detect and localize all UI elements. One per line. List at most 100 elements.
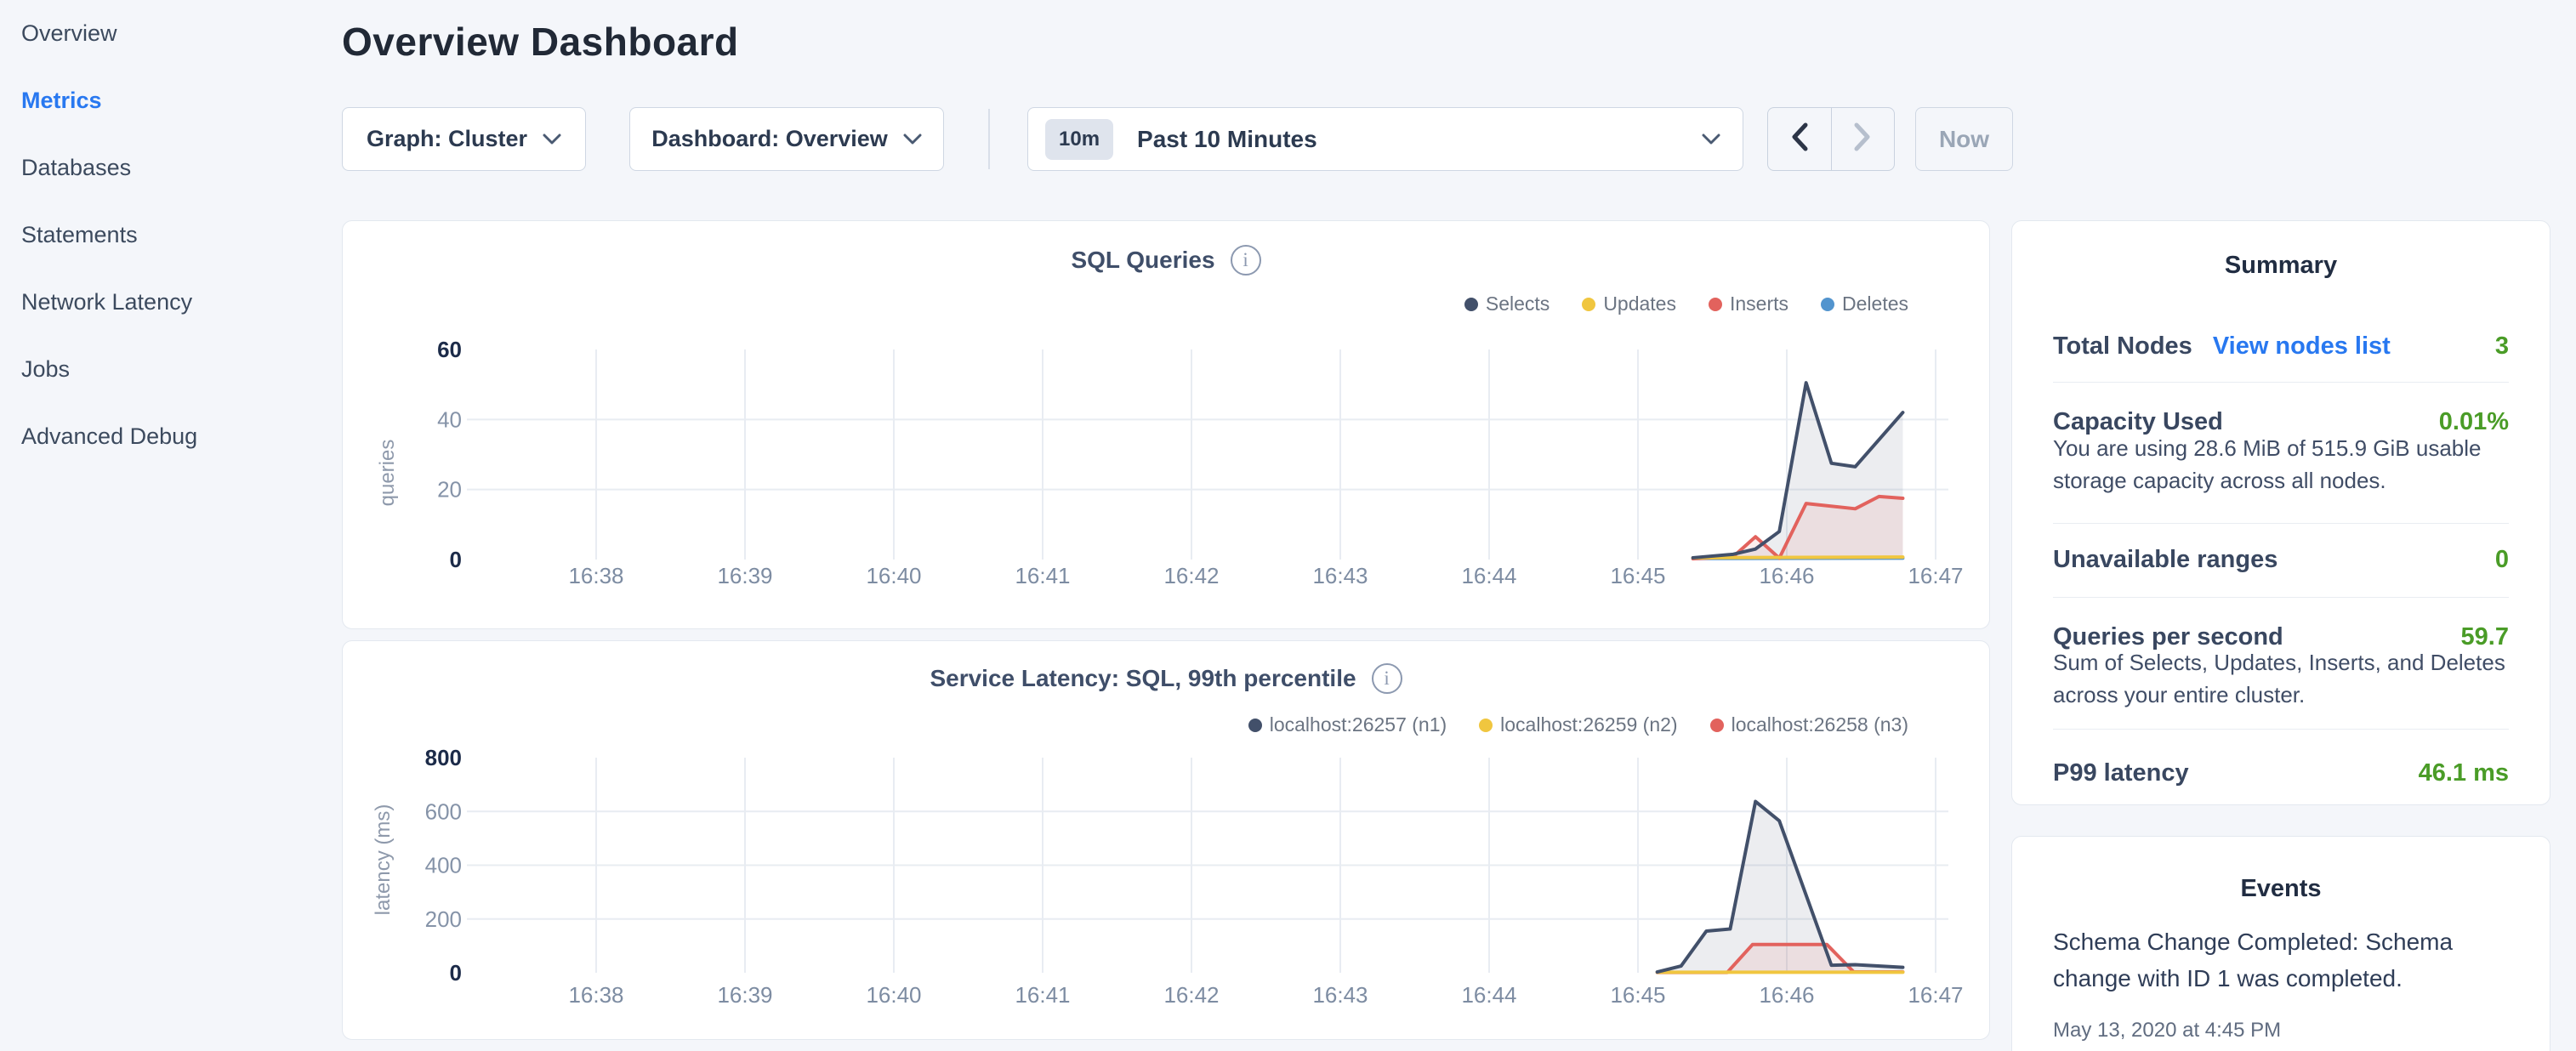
legend-item: localhost:26258 (n3) <box>1710 713 1908 736</box>
legend-dot-icon <box>1248 719 1262 732</box>
legend-item: localhost:26259 (n2) <box>1479 713 1677 736</box>
legend-item: Updates <box>1582 293 1676 315</box>
p99-latency-value: 46.1 ms <box>2419 759 2509 787</box>
divider <box>2053 523 2509 524</box>
event-item-text[interactable]: Schema Change Completed: Schema change w… <box>2053 923 2512 997</box>
graph-source-dropdown[interactable]: Graph: Cluster <box>342 107 586 171</box>
dashboard-dropdown-label: Dashboard: Overview <box>651 126 888 152</box>
divider <box>2053 597 2509 598</box>
unavailable-ranges-label: Unavailable ranges <box>2053 546 2277 574</box>
svg-text:16:40: 16:40 <box>866 563 921 588</box>
service-latency-chart[interactable]: 16:38 16:39 16:40 16:41 16:42 16:43 16:44 16:45… <box>367 741 1965 1021</box>
sidebar-item-advanced-debug[interactable]: Advanced Debug <box>21 403 319 470</box>
sql-queries-chart-card: SQL Queries i Selects Updates Inserts Delet… <box>342 220 1990 629</box>
sidebar-item-statements[interactable]: Statements <box>21 202 319 269</box>
legend-item: Selects <box>1464 293 1550 315</box>
svg-text:16:47: 16:47 <box>1908 982 1963 1008</box>
info-circle-icon[interactable]: i <box>1372 663 1402 694</box>
legend-dot-icon <box>1464 298 1478 311</box>
svg-text:16:41: 16:41 <box>1015 563 1070 588</box>
time-window-badge: 10m <box>1045 119 1113 160</box>
svg-text:16:43: 16:43 <box>1312 982 1368 1008</box>
right-column: Summary Total Nodes View nodes list 3 Ca… <box>2011 0 2550 1051</box>
capacity-used-description: You are using 28.6 MiB of 515.9 GiB usab… <box>2053 432 2512 497</box>
legend-dot-icon <box>1710 719 1724 732</box>
sql-queries-chart[interactable]: 16:38 16:39 16:40 16:41 16:42 16:43 16:44 16:45… <box>367 324 1965 605</box>
chevron-right-icon <box>1853 122 1872 156</box>
legend-dot-icon <box>1821 298 1834 311</box>
svg-text:40: 40 <box>437 406 462 432</box>
info-circle-icon[interactable]: i <box>1231 245 1261 276</box>
legend-dot-icon <box>1709 298 1722 311</box>
svg-text:16:38: 16:38 <box>568 982 623 1008</box>
page-title: Overview Dashboard <box>342 19 739 65</box>
svg-text:16:42: 16:42 <box>1163 563 1219 588</box>
divider <box>2053 382 2509 383</box>
event-item-date: May 13, 2020 at 4:45 PM <box>2053 1019 2281 1042</box>
svg-text:400: 400 <box>425 853 462 878</box>
sql-queries-chart-title: SQL Queries <box>1071 247 1214 274</box>
svg-text:16:46: 16:46 <box>1759 563 1814 588</box>
main-content: Overview Dashboard Graph: Cluster Dashbo… <box>342 0 1990 1051</box>
svg-text:16:42: 16:42 <box>1163 982 1219 1008</box>
svg-text:600: 600 <box>425 798 462 824</box>
service-latency-legend: localhost:26257 (n1) localhost:26259 (n2)… <box>1248 713 1908 736</box>
svg-text:16:45: 16:45 <box>1610 982 1665 1008</box>
view-nodes-list-link[interactable]: View nodes list <box>2213 332 2391 361</box>
sidebar-item-overview[interactable]: Overview <box>21 0 319 67</box>
dashboard-dropdown[interactable]: Dashboard: Overview <box>629 107 944 171</box>
chevron-down-icon <box>543 134 561 145</box>
prev-time-button[interactable] <box>1768 108 1832 170</box>
svg-text:16:40: 16:40 <box>866 982 921 1008</box>
legend-item: localhost:26257 (n1) <box>1248 713 1447 736</box>
now-button[interactable]: Now <box>1915 107 2013 171</box>
p99-latency-label: P99 latency <box>2053 759 2189 787</box>
summary-row-unavailable-ranges: Unavailable ranges 0 <box>2053 541 2509 578</box>
chevron-left-icon <box>1790 122 1809 156</box>
total-nodes-value: 3 <box>2495 332 2509 361</box>
events-title: Events <box>2012 875 2550 903</box>
svg-text:0: 0 <box>450 547 462 572</box>
divider <box>2053 729 2509 730</box>
svg-text:16:45: 16:45 <box>1610 563 1665 588</box>
events-panel: Events Schema Change Completed: Schema c… <box>2011 836 2550 1051</box>
sidebar-item-metrics[interactable]: Metrics <box>21 67 319 134</box>
svg-text:16:39: 16:39 <box>717 563 772 588</box>
graph-source-dropdown-label: Graph: Cluster <box>367 126 527 152</box>
unavailable-ranges-value: 0 <box>2495 546 2509 574</box>
toolbar-divider <box>988 109 990 169</box>
chevron-down-icon <box>1702 134 1720 145</box>
svg-text:200: 200 <box>425 906 462 932</box>
sidebar-item-jobs[interactable]: Jobs <box>21 336 319 403</box>
svg-text:16:44: 16:44 <box>1461 563 1516 588</box>
svg-text:20: 20 <box>437 477 462 503</box>
svg-text:16:44: 16:44 <box>1461 982 1516 1008</box>
legend-item: Deletes <box>1821 293 1908 315</box>
sidebar-item-databases[interactable]: Databases <box>21 134 319 202</box>
service-latency-chart-card: Service Latency: SQL, 99th percentile i … <box>342 640 1990 1040</box>
svg-text:16:41: 16:41 <box>1015 982 1070 1008</box>
legend-item: Inserts <box>1709 293 1788 315</box>
svg-text:16:38: 16:38 <box>568 563 623 588</box>
svg-text:16:46: 16:46 <box>1759 982 1814 1008</box>
summary-panel: Summary Total Nodes View nodes list 3 Ca… <box>2011 220 2550 805</box>
qps-description: Sum of Selects, Updates, Inserts, and De… <box>2053 646 2512 711</box>
summary-row-p99: P99 latency 46.1 ms <box>2053 754 2509 792</box>
svg-text:16:43: 16:43 <box>1312 563 1368 588</box>
svg-text:60: 60 <box>437 337 462 362</box>
svg-text:0: 0 <box>450 960 462 986</box>
chevron-down-icon <box>903 134 922 145</box>
svg-text:16:39: 16:39 <box>717 982 772 1008</box>
time-step-buttons <box>1767 107 1895 171</box>
svg-text:16:47: 16:47 <box>1908 563 1963 588</box>
summary-row-total-nodes: Total Nodes View nodes list 3 <box>2053 327 2509 365</box>
svg-text:800: 800 <box>425 745 462 770</box>
next-time-button[interactable] <box>1832 108 1895 170</box>
legend-dot-icon <box>1479 719 1493 732</box>
service-latency-chart-title: Service Latency: SQL, 99th percentile <box>930 665 1356 692</box>
summary-title: Summary <box>2012 252 2550 280</box>
time-window-dropdown[interactable]: 10m Past 10 Minutes <box>1027 107 1743 171</box>
legend-dot-icon <box>1582 298 1595 311</box>
sidebar: Overview Metrics Databases Statements Ne… <box>21 0 319 470</box>
sidebar-item-network-latency[interactable]: Network Latency <box>21 269 319 336</box>
